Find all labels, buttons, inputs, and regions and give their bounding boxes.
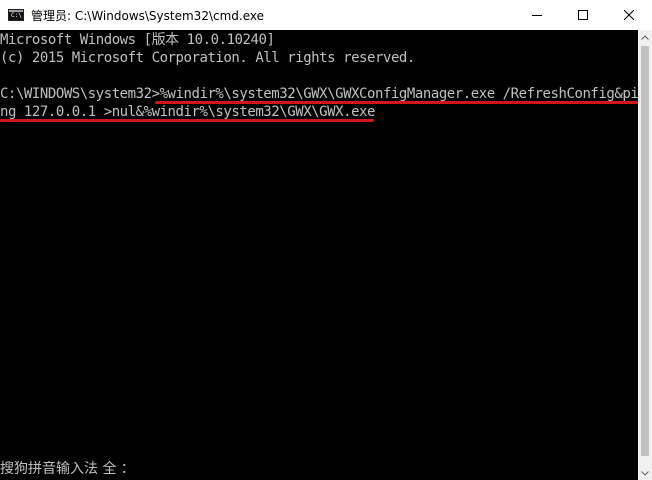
chevron-down-icon: [641, 470, 649, 476]
vertical-scrollbar[interactable]: [638, 30, 652, 480]
annotation-underline-1: [155, 101, 638, 104]
cmd-window: C:\ 管理员: C:\Windows\System32\cmd.exe Mic…: [0, 0, 652, 480]
window-title: 管理员: C:\Windows\System32\cmd.exe: [31, 8, 264, 23]
caption-buttons: [514, 0, 652, 30]
minimize-icon: [532, 15, 542, 16]
title-bar[interactable]: C:\ 管理员: C:\Windows\System32\cmd.exe: [0, 0, 652, 30]
cmd-icon[interactable]: C:\: [8, 9, 24, 21]
annotation-underline-2: [0, 119, 374, 122]
maximize-icon: [578, 10, 588, 20]
scroll-down-arrow[interactable]: [638, 466, 652, 480]
console-line-version: Microsoft Windows [版本 10.0.10240]: [0, 32, 275, 48]
ime-status-bar: 搜狗拼音输入法 全 ：: [0, 461, 135, 477]
maximize-button[interactable]: [560, 0, 606, 30]
minimize-button[interactable]: [514, 0, 560, 30]
close-icon: [624, 10, 634, 20]
console-output[interactable]: Microsoft Windows [版本 10.0.10240] (c) 20…: [0, 30, 639, 480]
console-line-copyright: (c) 2015 Microsoft Corporation. All righ…: [0, 50, 415, 66]
scroll-up-arrow[interactable]: [638, 30, 652, 44]
cmd-icon-text: C:\: [11, 12, 22, 19]
chevron-up-icon: [641, 34, 649, 40]
close-button[interactable]: [606, 0, 652, 30]
scroll-thumb[interactable]: [641, 46, 649, 456]
